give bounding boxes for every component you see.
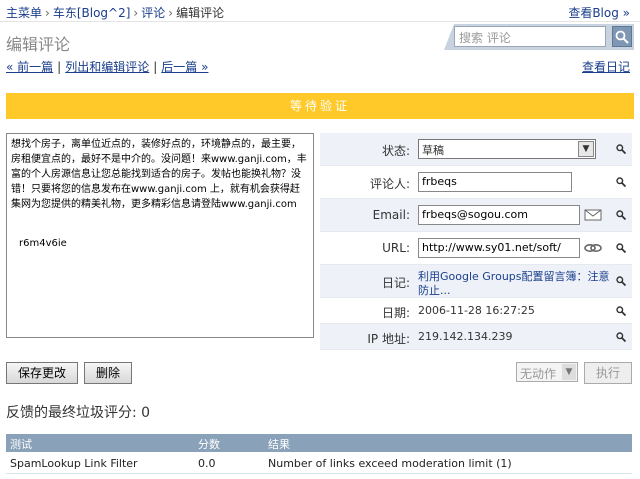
- breadcrumb: 主菜单 › 车东[Blog^2] › 评论 › 编辑评论: [6, 4, 224, 21]
- url-label: URL:: [382, 241, 410, 255]
- next-comment-link[interactable]: 后一篇 »: [161, 60, 208, 74]
- search-box: 搜索 评论: [444, 24, 634, 50]
- breadcrumb-separator: ›: [168, 6, 174, 20]
- email-label: Email:: [372, 208, 410, 222]
- breadcrumb-separator: ›: [45, 6, 50, 20]
- date-row: 日期: 2006-11-28 16:27:25: [320, 298, 632, 324]
- link-chain-icon[interactable]: [584, 241, 602, 255]
- author-label: 评论人:: [369, 177, 410, 191]
- comment-textarea[interactable]: 想找个房子，离单位近点的，装修好点的，环境静点的，最主要，房租便宜点的，最好不是…: [6, 133, 314, 338]
- author-input[interactable]: frbeqs: [418, 172, 572, 192]
- email-input[interactable]: frbeqs@sogou.com: [418, 205, 580, 225]
- breadcrumb-main-menu[interactable]: 主菜单: [6, 6, 42, 20]
- comment-nav: « 前一篇 | 列出和编辑评论 | 后一篇 »: [6, 58, 208, 75]
- status-banner: 等待验证: [6, 93, 634, 119]
- view-diary-link[interactable]: 查看日记: [582, 58, 630, 75]
- spam-score: 反馈的最终垃圾评分: 0: [6, 405, 151, 421]
- status-select[interactable]: 草稿 ▼: [418, 139, 596, 159]
- nav-divider: |: [57, 60, 62, 74]
- ip-value: 219.142.134.239: [418, 330, 513, 343]
- save-changes-button[interactable]: 保存更改: [6, 362, 78, 384]
- breadcrumb-current: 编辑评论: [176, 6, 225, 20]
- ip-row: IP 地址: 219.142.134.239: [320, 324, 632, 350]
- action-select[interactable]: 无动作 ▼: [516, 362, 578, 382]
- comment-body: 想找个房子，离单位近点的，装修好点的，环境静点的，最主要，房租便宜点的，最好不是…: [11, 139, 307, 210]
- chevron-down-icon: ▼: [578, 141, 594, 157]
- breadcrumb-blog[interactable]: 车东[Blog^2]: [53, 6, 131, 20]
- spam-table: 测试 分数 结果 SpamLookup Link Filter 0.0 Numb…: [6, 434, 632, 474]
- magnifier-icon[interactable]: [616, 210, 626, 220]
- url-input[interactable]: http://www.sy01.net/soft/: [418, 238, 580, 258]
- top-bar: 主菜单 › 车东[Blog^2] › 评论 › 编辑评论 查看Blog »: [0, 0, 640, 22]
- url-row: URL: http://www.sy01.net/soft/: [320, 232, 632, 265]
- status-row: 状态: 草稿 ▼: [320, 133, 632, 166]
- author-row: 评论人: frbeqs: [320, 166, 632, 199]
- search-button[interactable]: [612, 26, 632, 47]
- email-row: Email: frbeqs@sogou.com: [320, 199, 632, 232]
- status-value: 草稿: [422, 144, 444, 157]
- envelope-icon[interactable]: [584, 208, 602, 222]
- ip-label: IP 地址:: [367, 332, 410, 346]
- search-input[interactable]: 搜索 评论: [454, 26, 606, 47]
- date-value: 2006-11-28 16:27:25: [418, 304, 535, 317]
- status-label: 状态:: [381, 144, 410, 158]
- magnifier-icon[interactable]: [616, 177, 626, 187]
- date-label: 日期:: [381, 306, 410, 320]
- cell-score: 0.0: [198, 457, 216, 470]
- breadcrumb-separator: ›: [133, 6, 139, 20]
- delete-button[interactable]: 删除: [84, 362, 132, 384]
- column-test: 测试: [10, 438, 32, 451]
- diary-row: 日记: 利用Google Groups配置留言簿：注意防止...: [320, 265, 632, 298]
- search-tab-corner: [444, 24, 454, 50]
- comment-fields: 状态: 草稿 ▼ 评论人: frbeqs Email: frbeqs@sogou…: [320, 133, 632, 350]
- magnifier-icon[interactable]: [616, 332, 626, 342]
- list-comments-link[interactable]: 列出和编辑评论: [65, 60, 149, 74]
- magnifier-icon[interactable]: [616, 306, 626, 316]
- cell-result: Number of links exceed moderation limit …: [268, 457, 512, 470]
- chevron-down-icon: ▼: [562, 364, 576, 380]
- action-select-value: 无动作: [520, 367, 557, 381]
- comment-signature: r6m4v6ie: [19, 238, 67, 249]
- page-title: 编辑评论: [6, 35, 71, 54]
- magnifier-icon[interactable]: [616, 276, 626, 286]
- magnifier-icon[interactable]: [616, 144, 626, 154]
- table-row: SpamLookup Link Filter 0.0 Number of lin…: [6, 452, 632, 474]
- spam-table-header: 测试 分数 结果: [6, 434, 632, 452]
- column-score: 分数: [198, 438, 220, 451]
- nav-divider: |: [153, 60, 158, 74]
- breadcrumb-comments[interactable]: 评论: [141, 6, 165, 20]
- cell-test: SpamLookup Link Filter: [10, 457, 138, 470]
- prev-comment-link[interactable]: « 前一篇: [6, 60, 53, 74]
- execute-button[interactable]: 执行: [584, 362, 632, 384]
- search-icon: [615, 30, 629, 44]
- column-result: 结果: [268, 438, 290, 451]
- diary-label: 日记:: [381, 276, 410, 290]
- diary-link[interactable]: 利用Google Groups配置留言簿：注意防止...: [418, 270, 614, 298]
- magnifier-icon[interactable]: [616, 243, 626, 253]
- view-blog-link[interactable]: 查看Blog »: [568, 4, 630, 21]
